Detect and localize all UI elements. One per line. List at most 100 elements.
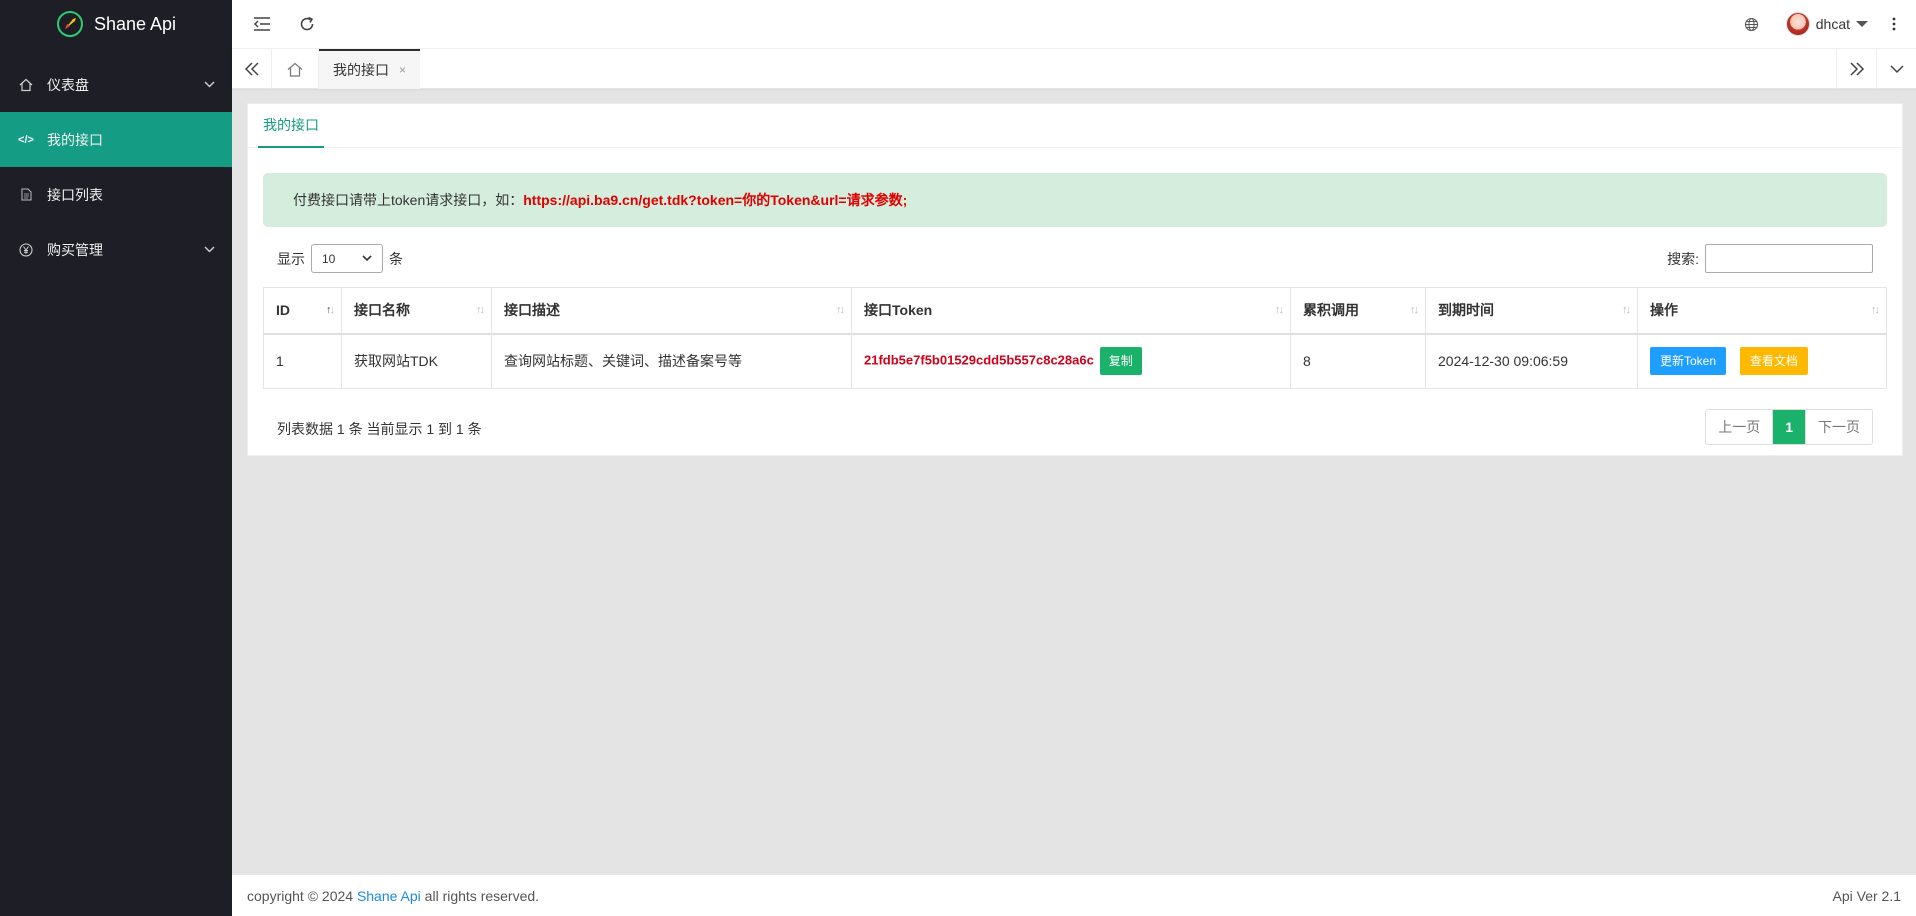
table-row: 1 获取网站TDK 查询网站标题、关键词、描述备案号等 21fdb5e7f5b0… (263, 333, 1887, 389)
double-chevron-left-icon (244, 62, 259, 76)
notice-url: https://api.ba9.cn/get.tdk?token=你的Token… (523, 192, 908, 208)
copy-token-button[interactable]: 复制 (1099, 347, 1142, 376)
tab-options-button[interactable] (1876, 49, 1916, 89)
toggle-sidebar-button[interactable] (250, 12, 274, 36)
column-header-name[interactable]: 接口名称 ↑↓ (341, 287, 492, 335)
chevron-down-icon (204, 81, 215, 88)
column-label: 接口名称 (354, 302, 410, 319)
sort-icon: ↑↓ (1410, 304, 1419, 316)
column-label: ID (276, 302, 290, 319)
sidebar-item-api-list[interactable]: 接口列表 (0, 167, 232, 222)
chevron-down-icon (204, 246, 215, 253)
copyright: copyright © 2024 Shane Api all rights re… (247, 888, 539, 904)
app-logo[interactable]: Shane Api (0, 0, 232, 48)
user-menu[interactable]: dhcat (1785, 12, 1868, 36)
sort-icon: ↑↓ (1622, 304, 1631, 316)
cell-token: 21fdb5e7f5b01529cdd5b557c8c28a6c 复制 (851, 333, 1291, 389)
sidebar-item-dashboard[interactable]: 仪表盘 (0, 57, 232, 112)
page-length-control: 显示 10 条 (277, 244, 403, 273)
view-docs-button[interactable]: 查看文档 (1739, 347, 1808, 376)
api-table: ID ↑↓ 接口名称 ↑↓ 接口描述 ↑↓ 接口Token ↑↓ 累积调用 ↑↓ 到期时间… (263, 287, 1887, 389)
notice-text: 付费接口请带上token请求接口，如： (293, 192, 524, 208)
column-header-token[interactable]: 接口Token ↑↓ (851, 287, 1291, 335)
caret-down-icon (1856, 21, 1868, 27)
pagination: 上一页 1 下一页 (1705, 409, 1873, 445)
column-label: 累积调用 (1303, 302, 1359, 319)
footer: copyright © 2024 Shane Api all rights re… (232, 874, 1916, 916)
more-vertical-icon (1892, 17, 1896, 31)
tab-my-apis[interactable]: 我的接口 × (319, 49, 421, 89)
column-header-calls[interactable]: 累积调用 ↑↓ (1290, 287, 1426, 335)
copyright-prefix: copyright © 2024 (247, 887, 354, 904)
column-header-actions[interactable]: 操作 ↑↓ (1637, 287, 1887, 335)
cell-actions: 更新Token 查看文档 (1637, 333, 1887, 389)
language-button[interactable] (1739, 12, 1763, 36)
column-header-id[interactable]: ID ↑↓ (263, 287, 342, 335)
sidebar-item-label: 购买管理 (47, 241, 103, 258)
sort-icon: ↑↓ (1871, 304, 1880, 316)
sidebar-item-my-apis[interactable]: </> 我的接口 (0, 112, 232, 167)
page-length-select[interactable]: 10 (311, 244, 383, 273)
more-options-button[interactable] (1882, 12, 1906, 36)
brand-link[interactable]: Shane Api (357, 888, 421, 904)
sort-icon: ↑↓ (836, 304, 845, 316)
page-length-value: 10 (322, 251, 336, 266)
prev-page-button[interactable]: 上一页 (1706, 410, 1772, 444)
cell-id: 1 (263, 333, 342, 389)
code-icon: </> (18, 133, 34, 146)
length-prefix: 显示 (277, 250, 305, 267)
sidebar-nav: 仪表盘 </> 我的接口 接口列表 购买管理 (0, 57, 232, 277)
tab-label: 我的接口 (333, 62, 389, 78)
rocket-logo-icon (56, 11, 83, 37)
document-icon (18, 187, 34, 203)
card-tab-my-apis[interactable]: 我的接口 (258, 104, 324, 148)
table-search-control: 搜索: (1667, 244, 1873, 273)
globe-icon (1744, 17, 1758, 31)
sidebar-item-label: 仪表盘 (47, 76, 89, 93)
column-header-expire[interactable]: 到期时间 ↑↓ (1425, 287, 1638, 335)
column-label: 接口Token (864, 302, 933, 319)
home-tab-button[interactable] (272, 49, 319, 89)
menu-fold-icon (253, 17, 270, 31)
next-page-button[interactable]: 下一页 (1805, 410, 1872, 444)
card-tab-divider (248, 147, 1902, 148)
page-tab-bar: 我的接口 × (232, 49, 1916, 89)
search-input[interactable] (1705, 244, 1873, 273)
sort-asc-icon: ↑↓ (326, 304, 335, 316)
cell-desc: 查询网站标题、关键词、描述备案号等 (491, 333, 852, 389)
close-icon[interactable]: × (399, 63, 406, 77)
avatar (1785, 12, 1810, 36)
refresh-icon (300, 16, 314, 31)
column-label: 操作 (1650, 302, 1678, 319)
app-name: Shane Api (93, 13, 177, 34)
refresh-button[interactable] (295, 12, 319, 36)
sidebar-item-purchase[interactable]: 购买管理 (0, 222, 232, 277)
sort-icon: ↑↓ (476, 304, 485, 316)
sidebar-item-label: 接口列表 (47, 186, 103, 203)
copyright-suffix: all rights reserved. (424, 887, 540, 904)
token-value: 21fdb5e7f5b01529cdd5b557c8c28a6c (864, 352, 1094, 368)
double-chevron-right-icon (1849, 62, 1864, 76)
sidebar: Shane Api 仪表盘 </> 我的接口 接口列表 购买管理 (0, 0, 232, 916)
version-label: Api Ver 2.1 (1832, 887, 1902, 904)
search-label: 搜索: (1667, 250, 1699, 267)
refresh-token-button[interactable]: 更新Token (1650, 347, 1727, 376)
user-name: dhcat (1815, 16, 1850, 32)
column-label: 到期时间 (1438, 302, 1494, 319)
column-label: 接口描述 (504, 302, 560, 319)
chevron-down-icon (1889, 65, 1904, 74)
table-header-row: ID ↑↓ 接口名称 ↑↓ 接口描述 ↑↓ 接口Token ↑↓ 累积调用 ↑↓ 到期时间… (263, 287, 1887, 335)
cell-name: 获取网站TDK (341, 333, 492, 389)
cell-expire: 2024-12-30 09:06:59 (1425, 333, 1638, 389)
column-header-desc[interactable]: 接口描述 ↑↓ (491, 287, 852, 335)
chevron-down-icon (362, 255, 372, 262)
scroll-tabs-left-button[interactable] (232, 49, 272, 89)
yen-icon (18, 242, 34, 258)
length-suffix: 条 (389, 250, 403, 267)
sort-icon: ↑↓ (1275, 304, 1284, 316)
token-notice: 付费接口请带上token请求接口，如： https://api.ba9.cn/g… (263, 173, 1887, 227)
page-button-current[interactable]: 1 (1772, 410, 1805, 444)
scroll-tabs-right-button[interactable] (1836, 49, 1876, 89)
top-header: dhcat (232, 0, 1916, 49)
table-info: 列表数据 1 条 当前显示 1 到 1 条 (277, 421, 482, 437)
